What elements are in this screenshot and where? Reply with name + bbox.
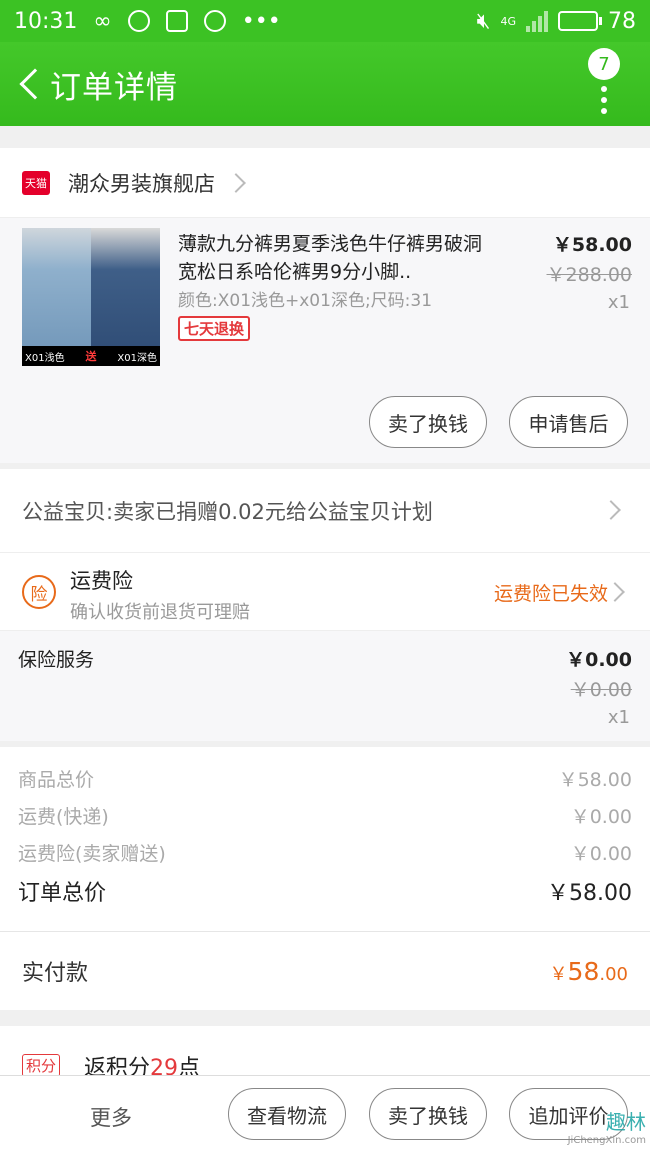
insurance-service-item: 保险服务 ￥0.00 ￥0.00 x1 (0, 631, 650, 741)
app-bar: 订单详情 7 (0, 42, 650, 126)
summary-label: 运费(快递) (18, 806, 109, 828)
paid-amount-row: 实付款 ￥58.00 (0, 932, 650, 1010)
no-disturb-icon (127, 10, 150, 32)
insurance-service-price: ￥0.00 (566, 649, 632, 671)
order-total-label: 订单总价 (18, 881, 107, 906)
summary-label: 商品总价 (18, 769, 95, 791)
notification-icon (165, 10, 188, 32)
mute-icon: 🔇︎ (476, 8, 491, 34)
shop-row[interactable]: 天猫 潮众男装旗舰店 (0, 148, 650, 218)
thumb-label-right: X01深色 (117, 352, 157, 364)
thumbnail-caption: X01浅色 送 X01深色 (22, 346, 160, 366)
after-sale-button[interactable]: 申请售后 (509, 396, 628, 448)
item-quantity: x1 (607, 292, 630, 313)
summary-value: ￥0.00 (570, 806, 632, 828)
seven-day-return-tag: 七天退换 (178, 316, 251, 341)
charity-row[interactable]: 公益宝贝:卖家已捐赠0.02元给公益宝贝计划 (0, 469, 650, 553)
page-title: 订单详情 (50, 69, 178, 106)
freight-insurance-status: 运费险已失效 (493, 583, 608, 605)
item-spec: 颜色:X01浅色+x01深色;尺码:31 (178, 291, 433, 311)
network-type: 4G (500, 14, 516, 28)
price-summary: 商品总价 ￥58.00 运费(快递) ￥0.00 运费险(卖家赠送) ￥0.00… (0, 747, 650, 932)
status-time: 10:31 (14, 8, 78, 34)
summary-row: 商品总价 ￥58.00 (18, 765, 632, 792)
freight-insurance-title: 运费险 (70, 569, 133, 593)
bottom-action-bar: 更多 查看物流 卖了换钱 追加评价 趣林 JiChengXin.com (0, 1075, 650, 1155)
battery-percent: 78 (608, 8, 636, 34)
watermark-text: 趣林 (606, 1110, 646, 1134)
signal-icon (526, 10, 548, 32)
back-arrow-icon (19, 68, 51, 100)
paid-amount: ￥58.00 (550, 957, 628, 986)
insurance-service-name: 保险服务 (18, 649, 95, 671)
sell-item-button[interactable]: 卖了换钱 (369, 396, 487, 448)
item-title[interactable]: 薄款九分裤男夏季浅色牛仔裤男破洞宽松日系哈伦裤男9分小脚.. (178, 230, 498, 286)
thumb-label-gift: 送 (85, 350, 97, 363)
points-icon: 积分 (22, 1054, 61, 1077)
summary-row: 运费险(卖家赠送) ￥0.00 (18, 839, 632, 866)
paid-decimal: .00 (599, 963, 628, 985)
watermark-url: JiChengXin.com (567, 1135, 646, 1146)
paid-label: 实付款 (22, 961, 89, 986)
more-button[interactable]: 更多 (90, 1102, 132, 1132)
insurance-service-quantity: x1 (607, 707, 630, 728)
summary-row: 运费(快递) ￥0.00 (18, 802, 632, 829)
summary-label: 运费险(卖家赠送) (18, 843, 166, 865)
order-total-value: ￥58.00 (547, 881, 632, 906)
tmall-icon: 天猫 (22, 170, 50, 195)
shop-name: 潮众男装旗舰店 (68, 171, 215, 196)
chevron-right-icon (605, 582, 625, 602)
freight-insurance-subtitle: 确认收货前退货可理赔 (70, 602, 250, 623)
order-total-row: 订单总价 ￥58.00 (18, 875, 632, 907)
more-dots-icon: ••• (241, 8, 281, 34)
chat-icon (203, 10, 226, 32)
thumb-label-left: X01浅色 (25, 352, 65, 364)
item-price: ￥58.00 (552, 234, 632, 256)
chevron-right-icon (226, 172, 246, 193)
summary-value: ￥0.00 (570, 843, 632, 865)
paid-currency: ￥ (549, 963, 568, 985)
back-button[interactable] (6, 42, 54, 126)
chevron-right-icon (601, 500, 621, 520)
sell-button[interactable]: 卖了换钱 (369, 1088, 487, 1140)
insurance-icon: 险 (22, 575, 56, 609)
message-badge: 7 (588, 48, 620, 80)
vertical-dots-icon (601, 86, 607, 114)
paid-integer: 58 (567, 956, 600, 986)
summary-value: ￥58.00 (558, 769, 632, 791)
more-menu-button[interactable]: 7 (586, 48, 622, 120)
charity-text: 公益宝贝:卖家已捐赠0.02元给公益宝贝计划 (22, 499, 433, 524)
infinity-icon: ∞ (93, 8, 112, 34)
status-bar: 10:31 ∞ ••• 🔇︎ 4G 78 (0, 0, 650, 42)
item-original-price: ￥288.00 (546, 264, 632, 286)
watermark: 趣林 JiChengXin.com (568, 1106, 646, 1146)
order-item: X01浅色 送 X01深色 薄款九分裤男夏季浅色牛仔裤男破洞宽松日系哈伦裤男9分… (0, 218, 650, 463)
view-logistics-button[interactable]: 查看物流 (228, 1088, 346, 1140)
freight-insurance-row[interactable]: 险 运费险 确认收货前退货可理赔 运费险已失效 (0, 553, 650, 631)
insurance-service-original-price: ￥0.00 (570, 679, 632, 701)
product-thumbnail[interactable]: X01浅色 送 X01深色 (22, 228, 160, 366)
battery-icon (558, 11, 602, 31)
